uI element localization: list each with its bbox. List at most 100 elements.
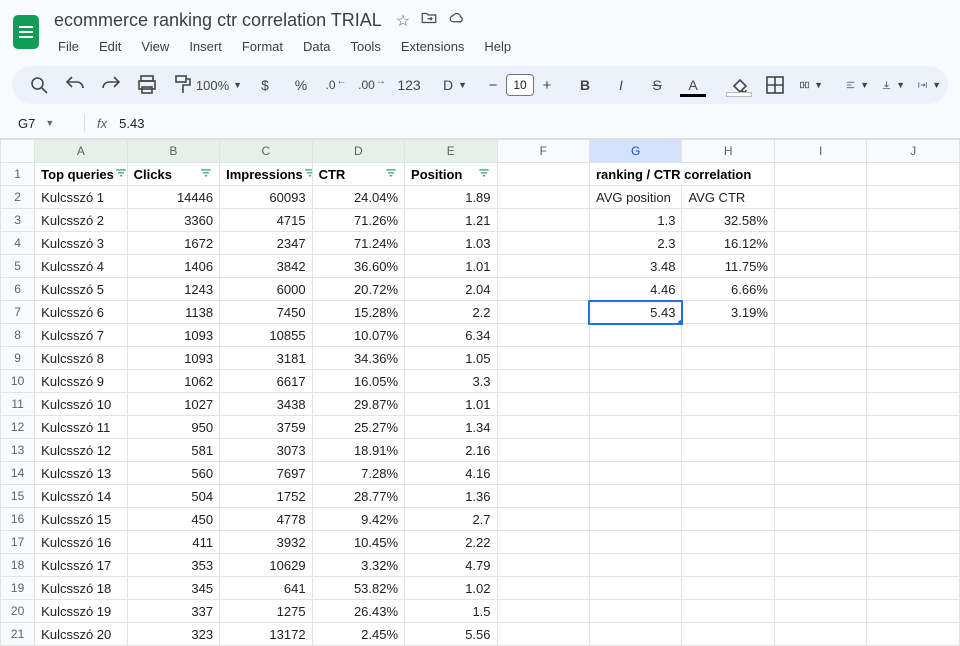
menu-help[interactable]: Help bbox=[476, 35, 519, 58]
star-icon[interactable]: ☆ bbox=[396, 11, 410, 31]
cell[interactable]: Kulcsszó 16 bbox=[35, 531, 127, 554]
cell[interactable]: 10855 bbox=[220, 324, 312, 347]
cell[interactable]: 3759 bbox=[220, 416, 312, 439]
cell[interactable]: 1093 bbox=[127, 324, 219, 347]
col-header-B[interactable]: B bbox=[127, 140, 219, 163]
row-header[interactable]: 3 bbox=[1, 209, 35, 232]
cell[interactable] bbox=[682, 439, 774, 462]
cell[interactable] bbox=[497, 278, 589, 301]
sheets-logo-icon[interactable] bbox=[12, 14, 40, 50]
format-percent-icon[interactable]: % bbox=[284, 71, 318, 99]
cell[interactable] bbox=[682, 370, 774, 393]
cell[interactable] bbox=[589, 623, 681, 646]
cell[interactable]: 6.34 bbox=[405, 324, 497, 347]
cell[interactable]: 1.01 bbox=[405, 393, 497, 416]
cell[interactable] bbox=[589, 416, 681, 439]
cell[interactable] bbox=[867, 462, 960, 485]
fill-color-button[interactable] bbox=[722, 71, 756, 99]
format-currency-icon[interactable]: $ bbox=[248, 71, 282, 99]
correlation-title[interactable]: ranking / CTR correlation bbox=[589, 163, 774, 186]
cell[interactable]: 60093 bbox=[220, 186, 312, 209]
filter-icon[interactable] bbox=[477, 167, 491, 181]
col-header-H[interactable]: H bbox=[682, 140, 774, 163]
row-header[interactable]: 21 bbox=[1, 623, 35, 646]
cell[interactable]: 15.28% bbox=[312, 301, 404, 324]
cell[interactable]: 2.3 bbox=[589, 232, 681, 255]
col-header-D[interactable]: D bbox=[312, 140, 404, 163]
col-header-E[interactable]: E bbox=[405, 140, 497, 163]
cell[interactable] bbox=[867, 623, 960, 646]
cell[interactable]: 10629 bbox=[220, 554, 312, 577]
cell[interactable]: 3073 bbox=[220, 439, 312, 462]
col-header-C[interactable]: C bbox=[220, 140, 312, 163]
cell[interactable]: 16.05% bbox=[312, 370, 404, 393]
cell[interactable]: 1093 bbox=[127, 347, 219, 370]
increase-decimal-icon[interactable]: .00→ bbox=[356, 71, 390, 99]
merge-cells-button[interactable]: ▼ bbox=[794, 71, 828, 99]
cell[interactable]: 13172 bbox=[220, 623, 312, 646]
cell[interactable]: 560 bbox=[127, 462, 219, 485]
cell[interactable]: Kulcsszó 3 bbox=[35, 232, 127, 255]
cell[interactable]: 504 bbox=[127, 485, 219, 508]
cell[interactable]: Kulcsszó 13 bbox=[35, 462, 127, 485]
col-header-A[interactable]: A bbox=[35, 140, 127, 163]
row-header[interactable]: 13 bbox=[1, 439, 35, 462]
print-icon[interactable] bbox=[130, 71, 164, 99]
cell[interactable] bbox=[589, 531, 681, 554]
cell[interactable]: 11.75% bbox=[682, 255, 774, 278]
cell[interactable]: 53.82% bbox=[312, 577, 404, 600]
cell[interactable] bbox=[497, 508, 589, 531]
move-folder-icon[interactable] bbox=[420, 9, 438, 32]
font-family-select[interactable]: Defaul...▼ bbox=[438, 71, 472, 99]
vertical-align-button[interactable]: ▼ bbox=[876, 71, 910, 99]
cell[interactable]: 71.26% bbox=[312, 209, 404, 232]
cell[interactable]: Kulcsszó 10 bbox=[35, 393, 127, 416]
cell[interactable]: 10.45% bbox=[312, 531, 404, 554]
cell[interactable]: Kulcsszó 9 bbox=[35, 370, 127, 393]
cell[interactable] bbox=[774, 554, 866, 577]
cell[interactable]: 3181 bbox=[220, 347, 312, 370]
row-header[interactable]: 20 bbox=[1, 600, 35, 623]
col-header-I[interactable]: I bbox=[774, 140, 866, 163]
cell[interactable]: 4778 bbox=[220, 508, 312, 531]
cell[interactable] bbox=[497, 324, 589, 347]
cell[interactable]: 1672 bbox=[127, 232, 219, 255]
row-header[interactable]: 4 bbox=[1, 232, 35, 255]
cell[interactable] bbox=[589, 439, 681, 462]
bold-button[interactable]: B bbox=[568, 71, 602, 99]
cell[interactable]: 3438 bbox=[220, 393, 312, 416]
row-header[interactable]: 6 bbox=[1, 278, 35, 301]
cell[interactable]: 2.2 bbox=[405, 301, 497, 324]
cell[interactable]: 2347 bbox=[220, 232, 312, 255]
cell[interactable]: 1275 bbox=[220, 600, 312, 623]
cell[interactable]: 1.3 bbox=[589, 209, 681, 232]
cell[interactable] bbox=[497, 577, 589, 600]
menu-edit[interactable]: Edit bbox=[91, 35, 129, 58]
cell[interactable]: Kulcsszó 1 bbox=[35, 186, 127, 209]
horizontal-align-button[interactable]: ▼ bbox=[840, 71, 874, 99]
cell[interactable]: 14446 bbox=[127, 186, 219, 209]
cell[interactable]: 1.01 bbox=[405, 255, 497, 278]
cell[interactable] bbox=[867, 439, 960, 462]
cell[interactable]: Kulcsszó 6 bbox=[35, 301, 127, 324]
col-header-G[interactable]: G bbox=[589, 140, 681, 163]
row-header[interactable]: 10 bbox=[1, 370, 35, 393]
cell[interactable]: 1.5 bbox=[405, 600, 497, 623]
cell[interactable] bbox=[774, 439, 866, 462]
cell[interactable] bbox=[589, 554, 681, 577]
row-header[interactable]: 12 bbox=[1, 416, 35, 439]
row-header[interactable]: 2 bbox=[1, 186, 35, 209]
cell[interactable]: 10.07% bbox=[312, 324, 404, 347]
cell[interactable]: Kulcsszó 20 bbox=[35, 623, 127, 646]
doc-title[interactable]: ecommerce ranking ctr correlation TRIAL bbox=[50, 8, 386, 33]
cell[interactable] bbox=[497, 301, 589, 324]
cell[interactable] bbox=[867, 324, 960, 347]
cell[interactable] bbox=[867, 209, 960, 232]
col-header-J[interactable]: J bbox=[867, 140, 960, 163]
filter-icon[interactable] bbox=[199, 167, 213, 181]
cell[interactable]: 2.04 bbox=[405, 278, 497, 301]
cell[interactable] bbox=[589, 600, 681, 623]
cell[interactable] bbox=[867, 393, 960, 416]
cell[interactable]: 1.02 bbox=[405, 577, 497, 600]
cell[interactable] bbox=[682, 577, 774, 600]
